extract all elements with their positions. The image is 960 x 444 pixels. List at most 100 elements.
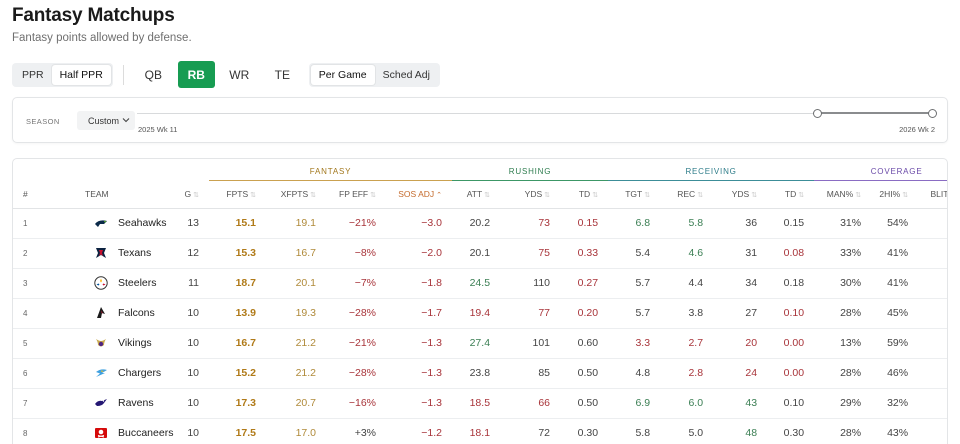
team-cell[interactable]: Buccaneers (53, 418, 173, 444)
rush-td-cell: 0.20 (560, 298, 609, 329)
rec-td-cell: 0.00 (767, 328, 815, 359)
col-xfpts[interactable]: XFPTS ⇅ (266, 180, 326, 209)
fp-eff-cell: −8% (326, 238, 386, 269)
table-row[interactable]: 6 Chargers 10 15.2 21.2 −28% −1.3 23.8 85 0.50 4.8… (13, 358, 947, 389)
sos-adj-cell: −1.3 (386, 388, 453, 419)
g-cell: 10 (173, 388, 209, 419)
col-rec-yds[interactable]: YDS ⇅ (713, 180, 768, 209)
team-cell[interactable]: Ravens (53, 388, 173, 419)
table-row[interactable]: 4 Falcons 10 13.9 19.3 −28% −1.7 19.4 77 0.20 5.7 3… (13, 298, 947, 329)
sort-icon: ⇅ (193, 191, 199, 199)
g-cell: 12 (173, 238, 209, 269)
rush-yds-cell: 66 (500, 388, 561, 419)
rush-att-cell: 18.1 (452, 418, 501, 444)
rec-cell: 2.8 (660, 358, 714, 389)
man-cell: 13% (814, 328, 872, 359)
twohi-cell: 43% (871, 418, 919, 444)
twohi-cell: 45% (871, 298, 919, 329)
position-tab-qb[interactable]: QB (135, 61, 172, 88)
rush-td-cell: 0.33 (560, 238, 609, 269)
col-blitz[interactable]: BLITZ%⇅ (918, 180, 947, 209)
group-receiving: RECEIVING (608, 159, 815, 181)
team-cell[interactable]: Texans (53, 238, 173, 269)
team-name: Vikings (118, 337, 152, 349)
rush-td-cell: 0.50 (560, 358, 609, 389)
table-row[interactable]: 5 Vikings 10 16.7 21.2 −21% −1.3 27.4 101 0.60 3.3… (13, 328, 947, 359)
rec-yds-cell: 43 (713, 388, 768, 419)
rush-yds-cell: 72 (500, 418, 561, 444)
rec-td-cell: 0.10 (767, 388, 815, 419)
rec-cell: 5.8 (660, 208, 714, 239)
position-tab-rb[interactable]: RB (177, 61, 215, 88)
col-fp-eff[interactable]: FP EFF ⇅ (326, 180, 386, 209)
col-fpts[interactable]: FPTS ⇅ (209, 180, 266, 209)
range-end-handle[interactable] (928, 109, 937, 118)
col-tgt[interactable]: TGT ⇅ (608, 180, 661, 209)
team-cell[interactable]: Vikings (53, 328, 173, 359)
rush-att-cell: 19.4 (452, 298, 501, 329)
table-body: 1 Seahawks 13 15.1 19.1 −21% −3.0 20.2 73 0.15 6.8… (13, 208, 947, 444)
table-row[interactable]: 2 Texans 12 15.3 16.7 −8% −2.0 20.1 75 0.33 5.4 4.6… (13, 238, 947, 269)
col-rec-td[interactable]: TD ⇅ (767, 180, 815, 209)
sos-adj-cell: −2.0 (386, 238, 453, 269)
season-select[interactable]: Custom (77, 111, 135, 130)
range-end-label: 2026 Wk 2 (899, 125, 935, 134)
team-cell[interactable]: Chargers (53, 358, 173, 389)
team-cell[interactable]: Steelers (53, 268, 173, 299)
col-rush-att[interactable]: ATT ⇅ (452, 180, 501, 209)
rank-cell: 4 (13, 298, 53, 329)
sos-adj-cell: −1.8 (386, 268, 453, 299)
xfpts-cell: 17.0 (266, 418, 326, 444)
range-start-handle[interactable] (813, 109, 822, 118)
blitz-cell: 58% (918, 328, 947, 359)
table-row[interactable]: 1 Seahawks 13 15.1 19.1 −21% −3.0 20.2 73 0.15 6.8… (13, 208, 947, 239)
rec-cell: 4.6 (660, 238, 714, 269)
rec-cell: 6.0 (660, 388, 714, 419)
rush-td-cell: 0.60 (560, 328, 609, 359)
rec-cell: 2.7 (660, 328, 714, 359)
sort-icon: ⇅ (697, 192, 704, 199)
team-cell[interactable]: Falcons (53, 298, 173, 329)
sort-icon: ⇅ (902, 192, 909, 199)
position-tab-wr[interactable]: WR (221, 61, 258, 88)
rec-td-cell: 0.30 (767, 418, 815, 444)
man-cell: 28% (814, 298, 872, 329)
rec-yds-cell: 36 (713, 208, 768, 239)
xfpts-cell: 19.1 (266, 208, 326, 239)
col-rush-yds[interactable]: YDS ⇅ (500, 180, 561, 209)
sos-adj-cell: −1.3 (386, 358, 453, 389)
table-row[interactable]: 8 Buccaneers 10 17.5 17.0 +3% −1.2 18.1 72 0.30 5.… (13, 418, 947, 444)
sort-icon: ⇅ (544, 192, 551, 199)
rush-yds-cell: 101 (500, 328, 561, 359)
week-range-slider[interactable] (137, 109, 937, 118)
mode-option-sched-adj[interactable]: Sched Adj (375, 65, 438, 85)
xfpts-cell: 21.2 (266, 328, 326, 359)
col-g[interactable]: G ⇅ (173, 180, 209, 209)
mode-option-per-game[interactable]: Per Game (310, 64, 375, 85)
col-rush-td[interactable]: TD ⇅ (560, 180, 609, 209)
col-man[interactable]: MAN% ⇅ (814, 180, 872, 209)
table-row[interactable]: 3 Steelers 11 18.7 20.1 −7% −1.8 24.5 110 0.27 5.7… (13, 268, 947, 299)
col-2hi[interactable]: 2HI% ⇅ (871, 180, 919, 209)
col-rec[interactable]: REC ⇅ (660, 180, 714, 209)
rank-cell: 5 (13, 328, 53, 359)
fpts-cell: 15.2 (209, 358, 266, 389)
team-cell[interactable]: Seahawks (53, 208, 173, 239)
fp-eff-cell: −21% (326, 208, 386, 239)
mode-toggle: Per Game Sched Adj (308, 62, 440, 87)
twohi-cell: 32% (871, 388, 919, 419)
position-tab-te[interactable]: TE (264, 61, 301, 88)
rush-yds-cell: 110 (500, 268, 561, 299)
g-cell: 10 (173, 298, 209, 329)
fp-eff-cell: −7% (326, 268, 386, 299)
scoring-option-ppr[interactable]: PPR (14, 65, 52, 85)
rank-cell: 2 (13, 238, 53, 269)
man-cell: 29% (814, 388, 872, 419)
scoring-option-half-ppr[interactable]: Half PPR (51, 64, 111, 85)
steelers-logo-icon (94, 276, 108, 290)
fpts-cell: 18.7 (209, 268, 266, 299)
col-team[interactable]: TEAM (53, 180, 173, 209)
table-row[interactable]: 7 Ravens 10 17.3 20.7 −16% −1.3 18.5 66 0.50 6.9 6.… (13, 388, 947, 419)
col-sos-adj[interactable]: SOS ADJ ⌃ (386, 180, 453, 209)
man-cell: 31% (814, 208, 872, 239)
